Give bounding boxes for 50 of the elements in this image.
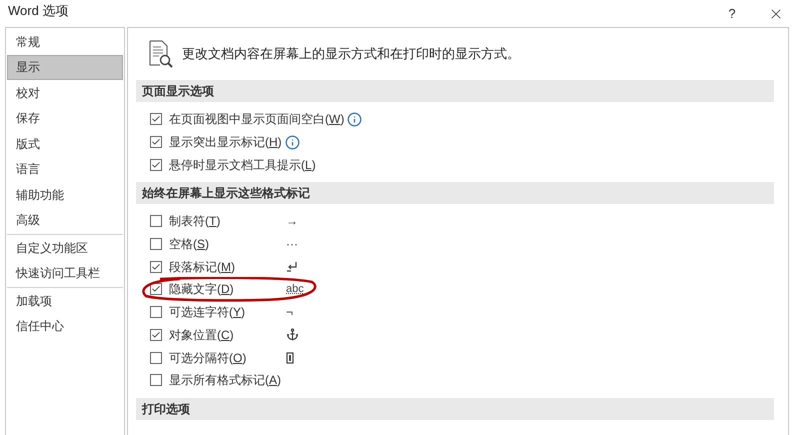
checkbox[interactable] <box>150 136 162 148</box>
option-label: 制表符(T) <box>169 213 220 230</box>
option-label: 可选分隔符(O) <box>169 350 246 367</box>
checkbox[interactable] <box>150 374 162 386</box>
checkbox[interactable] <box>150 352 162 364</box>
format-mark-symbol: ··· <box>286 236 298 254</box>
sidebar-item[interactable]: 语言 <box>7 156 123 182</box>
sidebar-item[interactable]: 自定义功能区 <box>7 235 123 260</box>
checkbox[interactable] <box>150 215 162 228</box>
sidebar-item[interactable]: 显示 <box>7 54 123 80</box>
checkbox[interactable] <box>150 238 162 250</box>
window-title: Word 选项 <box>8 2 68 20</box>
option-label: 对象位置(C) <box>169 326 234 344</box>
option-label: 段落标记(M) <box>169 258 235 276</box>
format-mark-symbol: → <box>286 213 298 230</box>
header-text: 更改文档内容在屏幕上的显示方式和在打印时的显示方式。 <box>182 45 520 64</box>
hidden-text-symbol: abc <box>286 282 304 298</box>
section-header: 始终在屏幕上显示这些格式标记 <box>136 182 774 204</box>
sidebar-item[interactable]: 信任中心 <box>7 314 123 339</box>
sidebar-item[interactable]: 快速访问工具栏 <box>7 260 123 286</box>
separator-icon <box>286 352 294 364</box>
checkbox[interactable] <box>150 113 162 126</box>
sidebar-item[interactable]: 保存 <box>7 106 123 131</box>
option-label: 空格(S) <box>169 236 210 254</box>
sidebar-item[interactable]: 常规 <box>7 29 123 54</box>
sidebar-item[interactable]: 辅助功能 <box>7 182 123 208</box>
info-icon[interactable] <box>347 112 362 127</box>
option-label: 显示突出显示标记(H) <box>169 134 282 152</box>
checkbox[interactable] <box>150 260 162 273</box>
option-label: 可选连字符(Y) <box>169 304 246 322</box>
section-header: 打印选项 <box>136 398 774 420</box>
help-button[interactable]: ? <box>720 4 744 24</box>
document-search-icon <box>148 40 174 68</box>
checkbox[interactable] <box>150 306 162 318</box>
option-label: 悬停时显示文档工具提示(L) <box>169 156 316 174</box>
section-header: 页面显示选项 <box>136 80 774 102</box>
sidebar-item[interactable]: 校对 <box>7 80 123 106</box>
option-label: 显示所有格式标记(A) <box>169 372 282 390</box>
option-label: 在页面视图中显示页面间空白(W) <box>169 111 344 128</box>
sidebar-item[interactable]: 加载项 <box>7 288 123 314</box>
anchor-icon <box>286 328 299 342</box>
sidebar-item[interactable]: 版式 <box>7 131 123 156</box>
sidebar-item[interactable]: 高级 <box>7 208 123 233</box>
checkbox[interactable] <box>150 328 162 341</box>
option-label: 隐藏文字(D) <box>169 281 234 298</box>
format-mark-symbol: ¬ <box>286 304 294 322</box>
checkbox[interactable] <box>150 158 162 171</box>
checkbox[interactable] <box>150 283 162 296</box>
paragraph-mark-icon <box>286 260 298 273</box>
info-icon[interactable] <box>284 134 300 150</box>
